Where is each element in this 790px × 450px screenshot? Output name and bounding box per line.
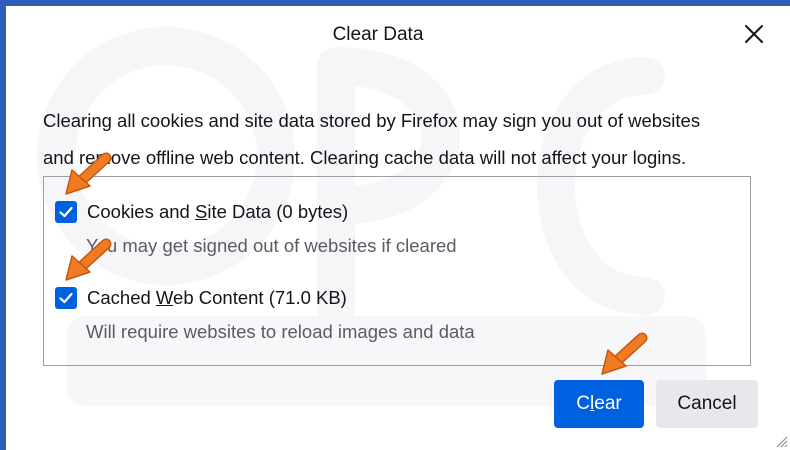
checkmark-icon	[59, 292, 73, 304]
options-group: Cookies and Site Data (0 bytes) You may …	[43, 176, 751, 366]
cache-option-hint: Will require websites to reload images a…	[86, 321, 475, 342]
cookies-option[interactable]: Cookies and Site Data (0 bytes)	[55, 201, 348, 223]
clear-button[interactable]: Cl ear	[554, 380, 644, 428]
checkmark-icon	[59, 206, 73, 218]
close-icon	[745, 25, 763, 43]
dialog-description: Clearing all cookies and site data store…	[43, 102, 763, 176]
clear-data-dialog: Clear Data Clearing all cookies and site…	[6, 6, 790, 450]
cookies-option-label: Cookies and Site Data (0 bytes)	[87, 201, 349, 222]
close-button[interactable]	[740, 20, 768, 48]
cookies-option-hint: You may get signed out of websites if cl…	[86, 235, 457, 256]
resize-grip-icon[interactable]	[772, 432, 788, 448]
window-frame: Clear Data Clearing all cookies and site…	[0, 0, 790, 450]
cache-option-label: Cached Web Content (71.0 KB)	[87, 287, 347, 308]
cache-checkbox[interactable]	[55, 287, 77, 309]
description-line-2: and remove offline web content. Clearing…	[43, 147, 687, 168]
cancel-button[interactable]: Cancel	[656, 380, 758, 428]
dialog-title: Clear Data	[332, 24, 424, 45]
cache-option[interactable]: Cached Web Content (71.0 KB)	[55, 287, 347, 309]
cookies-checkbox[interactable]	[55, 201, 77, 223]
description-line-1: Clearing all cookies and site data store…	[43, 110, 701, 131]
